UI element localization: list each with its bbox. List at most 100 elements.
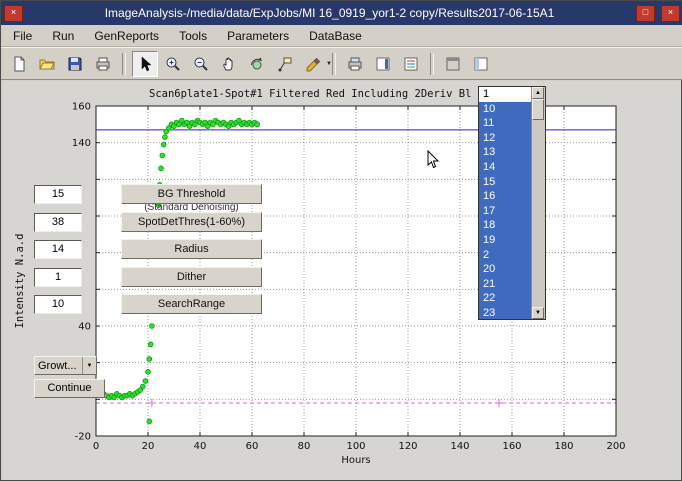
list-item-19[interactable]: 19 [479, 233, 532, 248]
radius-button[interactable]: Radius [121, 239, 262, 259]
growth-intensity-point [148, 342, 153, 347]
growth-popup-label: Growt... [35, 360, 82, 372]
x-axis-label: Hours [341, 455, 370, 466]
spotdetthres-input[interactable]: 38 [34, 213, 82, 232]
menu-bar: FileRunGenReportsToolsParametersDataBase [1, 25, 682, 47]
growth-plot: 02040608010012014016018020016014040-20Sc… [1, 81, 682, 482]
growth-intensity-point [150, 324, 155, 329]
list-item-22[interactable]: 22 [479, 291, 532, 306]
title-bar: × ImageAnalysis-/media/data/ExpJobs/MI 1… [1, 1, 682, 25]
print-icon[interactable] [90, 51, 116, 77]
growth-intensity-point [159, 166, 164, 171]
mouse-cursor [427, 150, 441, 170]
dither-button[interactable]: Dither [121, 267, 262, 287]
list-item-14[interactable]: 14 [479, 160, 532, 175]
y-tick-label: 140 [72, 138, 91, 149]
x-tick-label: 40 [194, 441, 207, 452]
legend-icon[interactable] [398, 51, 424, 77]
toolbar: ▼ [1, 47, 682, 80]
dither-input[interactable]: 1 [34, 268, 82, 287]
pointer-icon[interactable] [132, 51, 158, 77]
toolbar-separator [430, 53, 434, 75]
zoom-out-icon[interactable] [188, 51, 214, 77]
window-menu-button[interactable]: × [4, 5, 23, 22]
list-item-17[interactable]: 17 [479, 204, 532, 219]
value-dropdown-list: 110111213141516171819220212223 ▲ ▼ [478, 86, 546, 320]
growth-intensity-point [140, 384, 145, 389]
scroll-down-icon[interactable]: ▼ [532, 307, 544, 319]
bg-threshold-input[interactable]: 15 [34, 185, 82, 204]
list-item-13[interactable]: 13 [479, 145, 532, 160]
print-figure-icon[interactable] [342, 51, 368, 77]
app-window: { "window": { "title": "ImageAnalysis-/m… [0, 0, 682, 481]
list-item-23[interactable]: 23 [479, 306, 532, 320]
toolbar-separator [332, 53, 336, 75]
menu-item-tools[interactable]: Tools [169, 26, 217, 46]
y-tick-label: -20 [75, 432, 91, 443]
colorbar-icon[interactable] [370, 51, 396, 77]
list-item-2[interactable]: 2 [479, 248, 532, 263]
y-tick-label: 40 [78, 322, 91, 333]
y-tick-label: 160 [72, 102, 91, 113]
searchrange-input[interactable]: 10 [34, 295, 82, 314]
brush-icon[interactable]: ▼ [300, 51, 326, 77]
growth-intensity-point [161, 142, 166, 147]
x-tick-label: 20 [142, 441, 155, 452]
plot-title: Scan6plate1-Spot#1 Filtered Red Includin… [149, 88, 471, 100]
searchrange-button[interactable]: SearchRange [121, 294, 262, 314]
x-tick-label: 60 [246, 441, 259, 452]
list-item-18[interactable]: 18 [479, 218, 532, 233]
chevron-down-icon[interactable]: ▼ [82, 357, 96, 374]
menu-item-parameters[interactable]: Parameters [217, 26, 299, 46]
x-tick-label: 140 [450, 441, 469, 452]
list-item-11[interactable]: 11 [479, 116, 532, 131]
x-tick-label: 200 [606, 441, 625, 452]
list-item-21[interactable]: 21 [479, 277, 532, 292]
growth-intensity-point [147, 419, 152, 424]
list-item-10[interactable]: 10 [479, 102, 532, 117]
x-tick-label: 0 [93, 441, 99, 452]
continue-button[interactable]: Continue [34, 379, 105, 398]
plot-browser-icon[interactable] [468, 51, 494, 77]
menu-item-run[interactable]: Run [42, 26, 84, 46]
y-axis-label: Intensity N.a.d [14, 234, 26, 329]
list-item-16[interactable]: 16 [479, 189, 532, 204]
minimize-button[interactable]: □ [636, 5, 655, 22]
list-item-1[interactable]: 1 [479, 87, 532, 102]
spotdetthres-button[interactable]: SpotDetThres(1-60%) [121, 212, 262, 232]
list-item-15[interactable]: 15 [479, 175, 532, 190]
open-folder-icon[interactable] [34, 51, 60, 77]
chevron-down-icon[interactable]: ▼ [326, 61, 332, 67]
growth-popup[interactable]: Growt... ▼ [34, 356, 97, 375]
menu-item-file[interactable]: File [3, 26, 42, 46]
growth-intensity-point [146, 369, 151, 374]
window-title: ImageAnalysis-/media/data/ExpJobs/MI 16_… [26, 6, 633, 20]
pan-icon[interactable] [216, 51, 242, 77]
scroll-up-icon[interactable]: ▲ [532, 87, 544, 99]
list-item-12[interactable]: 12 [479, 131, 532, 146]
growth-intensity-point [160, 153, 165, 158]
growth-intensity-point [147, 357, 152, 362]
x-tick-label: 160 [502, 441, 521, 452]
x-tick-label: 180 [554, 441, 573, 452]
growth-intensity-point [143, 379, 148, 384]
scrollbar-thumb[interactable] [532, 99, 544, 120]
x-tick-label: 100 [346, 441, 365, 452]
list-item-20[interactable]: 20 [479, 262, 532, 277]
close-button[interactable]: × [661, 5, 680, 22]
dropdown-scrollbar[interactable]: ▲ ▼ [531, 87, 545, 319]
new-file-icon[interactable] [6, 51, 32, 77]
zoom-in-icon[interactable] [160, 51, 186, 77]
figure-palette-icon[interactable] [440, 51, 466, 77]
menu-item-genreports[interactable]: GenReports [84, 26, 169, 46]
data-cursor-icon[interactable] [272, 51, 298, 77]
x-tick-label: 120 [398, 441, 417, 452]
menu-item-database[interactable]: DataBase [299, 26, 372, 46]
growth-intensity-point [255, 122, 260, 127]
dropdown-items: 110111213141516171819220212223 [479, 87, 532, 319]
save-icon[interactable] [62, 51, 88, 77]
bg-threshold-button[interactable]: BG Threshold [121, 184, 262, 204]
radius-input[interactable]: 14 [34, 240, 82, 259]
rotate-3d-icon[interactable] [244, 51, 270, 77]
toolbar-separator [122, 53, 126, 75]
